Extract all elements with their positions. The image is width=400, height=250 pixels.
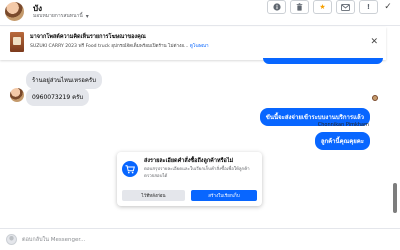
trash-icon	[296, 3, 303, 11]
message-sender-name: Chonnikan Pimkham	[317, 122, 369, 128]
info-icon	[272, 3, 281, 11]
report-button[interactable]: !	[359, 0, 378, 14]
ad-thumbnail[interactable]	[10, 32, 24, 52]
message-bubble-incoming[interactable]: 0960073219 ครับ	[26, 88, 90, 106]
view-ad-link[interactable]: ดูโฆษณา	[190, 44, 209, 49]
ad-caption: SUZUKI CARRY 2023 ฟรี Food truck อุปกรณ์…	[30, 44, 189, 49]
message-bubble-outgoing[interactable]: ลูกค้านี้คุณคุยคะ	[314, 132, 370, 150]
message-bubble-incoming[interactable]: ร้านอยู่ส่วนไหนเหรอครับ	[26, 71, 102, 89]
star-button[interactable]: ★	[313, 0, 332, 14]
banner-subtitle: SUZUKI CARRY 2023 ฟรี Food truck อุปกรณ์…	[30, 43, 209, 50]
create-invoice-button[interactable]: สร้างใบเรียกเก็บ	[191, 190, 257, 201]
seen-indicator-avatar	[372, 95, 378, 101]
banner-title: มาจากโพสต์ความคิดเห็นรายการโฆษณาของคุณ	[30, 34, 146, 40]
star-icon: ★	[319, 3, 326, 11]
sender-avatar	[10, 88, 24, 102]
conversation-header: บัง มอบหมายการสนทนานี้ ▾ ★ ! ✓	[0, 0, 400, 26]
prompt-title: ส่งรายละเอียดคำสั่งซื้อถึงลูกค้าหรือไม่	[144, 158, 234, 164]
reply-composer	[0, 228, 400, 250]
chevron-down-icon: ▾	[85, 12, 89, 20]
check-icon: ✓	[384, 2, 392, 12]
close-icon: ✕	[370, 37, 378, 47]
previous-outgoing-bubble	[263, 58, 383, 64]
header-toolbar: ★ !	[267, 0, 378, 14]
scrollbar-thumb[interactable]	[393, 183, 397, 213]
cart-icon	[122, 161, 138, 177]
info-button[interactable]	[267, 0, 286, 14]
ad-context-banner: มาจากโพสต์ความคิดเห็นรายการโฆษณาของคุณ S…	[0, 27, 386, 60]
user-avatar	[6, 234, 17, 245]
assign-label: มอบหมายการสนทนานี้	[33, 13, 83, 19]
not-now-button[interactable]: ไว้ทีหลังก่อน	[122, 190, 185, 201]
envelope-icon	[341, 3, 350, 11]
mark-unread-button[interactable]	[336, 0, 355, 14]
create-order-prompt: ส่งรายละเอียดคำสั่งซื้อถึงลูกค้าหรือไม่ …	[117, 152, 262, 206]
contact-avatar[interactable]	[5, 2, 24, 21]
reply-input[interactable]	[22, 234, 362, 246]
done-button[interactable]: ✓	[380, 0, 396, 14]
alert-icon: !	[366, 3, 371, 11]
prompt-description: ตอบสรุปรายละเอียดและใบเรียกเก็บคำสั่งซื้…	[144, 167, 250, 179]
banner-close-button[interactable]: ✕	[370, 37, 378, 47]
delete-button[interactable]	[290, 0, 309, 14]
assign-conversation-dropdown[interactable]: มอบหมายการสนทนานี้ ▾	[33, 12, 89, 20]
